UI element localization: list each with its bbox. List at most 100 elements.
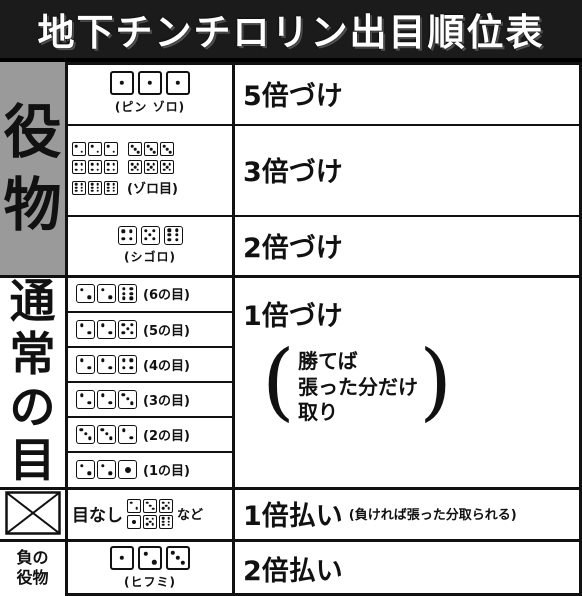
- die-one-icon: [118, 460, 137, 479]
- die-two-icon: [76, 389, 95, 409]
- tsujo-row-one: (1の目): [70, 452, 233, 487]
- pip: [122, 296, 126, 300]
- pip: [80, 323, 84, 327]
- pip: [168, 162, 172, 166]
- pip: [107, 186, 110, 189]
- die-three-icon: [160, 142, 174, 156]
- menashi-suffix: など: [177, 508, 204, 523]
- dice-row: [76, 319, 137, 339]
- pip: [101, 288, 105, 292]
- pip: [144, 229, 148, 233]
- pip: [80, 150, 83, 153]
- pip: [165, 165, 169, 169]
- make-label-line-1: 負の: [16, 548, 49, 568]
- pip: [130, 144, 134, 148]
- die-two-icon: [97, 319, 116, 339]
- pip: [167, 523, 170, 527]
- dice-row: [76, 284, 137, 303]
- pip: [107, 182, 110, 186]
- pip: [146, 144, 150, 148]
- tsujo-row-four: (4の目): [70, 347, 233, 381]
- tsujo-row-five: (5の目): [70, 312, 233, 346]
- page-title: 地下チンチロリン出目順位表: [0, 0, 582, 62]
- pinzoro-payout: 5倍づけ: [243, 80, 343, 112]
- pip: [180, 560, 186, 566]
- pip: [129, 323, 134, 327]
- die-two-icon: [97, 354, 116, 374]
- pip: [145, 523, 149, 526]
- pip: [152, 229, 156, 233]
- pip: [175, 233, 179, 237]
- shigoro-payout: 2倍づけ: [243, 232, 343, 264]
- die-five-icon: [128, 160, 142, 174]
- die-two-icon: [138, 546, 162, 570]
- open-paren: (: [262, 332, 295, 430]
- shigoro-caption: (シゴロ): [124, 249, 176, 264]
- pip: [96, 168, 99, 171]
- die-one-icon: [166, 71, 190, 95]
- pip: [129, 436, 133, 440]
- pip: [101, 393, 105, 397]
- pip: [122, 358, 126, 362]
- zoro-payout: 3倍づけ: [243, 157, 343, 188]
- tsujo-note-line-1: 勝てば: [298, 349, 358, 373]
- dice-row: [128, 160, 174, 174]
- pip: [152, 162, 156, 166]
- pip: [129, 366, 133, 370]
- pip: [121, 331, 126, 335]
- six-caption: (6の目): [143, 288, 190, 303]
- hifumi-payout: 2倍払い: [243, 555, 343, 587]
- die-five-icon: [160, 160, 174, 174]
- pip: [87, 401, 91, 405]
- pip: [162, 168, 166, 172]
- pip: [80, 186, 83, 189]
- die-three-icon: [128, 142, 142, 156]
- pip: [91, 163, 94, 166]
- pip: [109, 436, 113, 440]
- pip: [152, 560, 157, 565]
- pip: [152, 150, 156, 154]
- dice-row: [72, 142, 118, 156]
- die-three-icon: [144, 142, 158, 156]
- die-four-icon: [117, 225, 137, 245]
- make-section-label: 負の 役物: [0, 539, 68, 596]
- pip: [88, 436, 92, 440]
- pip: [167, 516, 170, 520]
- x-mark-cell: [0, 487, 68, 539]
- die-three-icon: [118, 389, 137, 409]
- pip: [129, 229, 133, 233]
- pip: [136, 150, 140, 154]
- pip: [75, 168, 78, 171]
- pip: [124, 466, 131, 473]
- die-two-icon: [76, 354, 95, 374]
- cross-box-icon: [4, 491, 61, 535]
- pip: [135, 506, 138, 510]
- menashi-payout: 1倍払い: [243, 501, 343, 532]
- pip: [175, 238, 179, 242]
- tsujo-note: 勝てば 張った分だけ 取り: [298, 349, 418, 426]
- pip: [149, 165, 153, 169]
- pip: [75, 186, 78, 189]
- die-five-icon: [140, 225, 160, 245]
- pip: [83, 432, 88, 436]
- pip: [167, 233, 171, 237]
- pip: [168, 168, 172, 172]
- pip: [108, 295, 112, 299]
- pip: [162, 523, 165, 527]
- pip: [121, 323, 126, 327]
- pip: [104, 432, 109, 436]
- dice-row: [72, 160, 118, 174]
- pip: [130, 168, 134, 172]
- two-caption: (2の目): [143, 428, 190, 444]
- pip: [80, 168, 83, 171]
- tsujo-char-4: 目: [9, 432, 56, 487]
- pip: [87, 471, 91, 475]
- pip: [87, 331, 91, 335]
- pip: [96, 182, 99, 186]
- four-caption: (4の目): [143, 358, 190, 374]
- die-two-icon: [76, 284, 95, 303]
- pip: [147, 80, 153, 86]
- die-six-icon: [104, 180, 118, 195]
- die-one-icon: [138, 71, 162, 95]
- die-two-icon: [97, 389, 116, 409]
